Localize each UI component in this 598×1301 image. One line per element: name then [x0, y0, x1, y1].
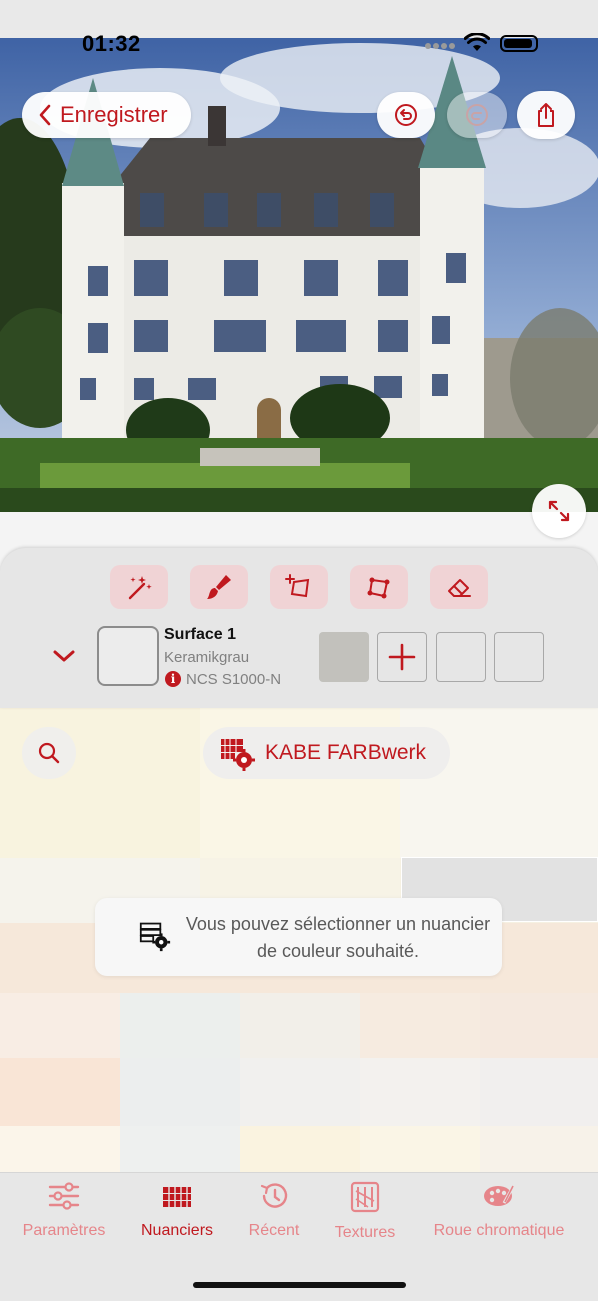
plus-icon	[388, 643, 416, 671]
palette-cell[interactable]	[0, 993, 120, 1058]
history-icon	[260, 1183, 288, 1208]
undo-button[interactable]	[377, 92, 435, 138]
polygon-edit-tool[interactable]	[350, 565, 408, 609]
palette-cell[interactable]	[0, 708, 200, 858]
polygon-edit-icon	[367, 577, 390, 599]
palette-cell[interactable]	[360, 1126, 480, 1173]
sliders-icon	[48, 1182, 80, 1210]
signal-icon	[425, 43, 455, 49]
share-icon	[538, 103, 554, 127]
eraser-tool[interactable]	[430, 565, 488, 609]
chevron-left-icon	[39, 104, 51, 126]
undo-icon	[395, 104, 417, 126]
back-label: Enregistrer	[60, 102, 168, 127]
palette-cell[interactable]	[120, 1126, 240, 1173]
color-fan-gear-icon	[139, 922, 171, 952]
polygon-add-tool[interactable]	[270, 565, 328, 609]
color-wheel-icon	[484, 1184, 516, 1206]
palette-cell[interactable]	[480, 1058, 598, 1126]
wifi-icon	[464, 33, 490, 51]
selected-color-swatch[interactable]	[319, 632, 369, 682]
search-button[interactable]	[22, 727, 76, 779]
redo-icon	[466, 104, 488, 126]
color-fan-gear-icon	[221, 739, 255, 771]
palette-cell[interactable]	[360, 993, 480, 1058]
status-time: 01:32	[82, 31, 141, 56]
tab-label: Récent	[248, 1222, 300, 1239]
search-icon	[38, 742, 60, 764]
tab-roue-chromatique[interactable]: Roue chromatique	[428, 1181, 570, 1240]
home-indicator	[193, 1282, 406, 1288]
tab-parametres[interactable]: Paramètres	[18, 1181, 110, 1240]
tab-label: Nuanciers	[140, 1222, 214, 1239]
empty-color-slot[interactable]	[436, 632, 486, 682]
palette-cell[interactable]	[360, 1058, 480, 1126]
chevron-down-icon[interactable]	[52, 648, 76, 664]
polygon-add-icon	[285, 574, 310, 598]
texture-icon	[350, 1181, 380, 1213]
color-fan-selector-button[interactable]: KABE FARBwerk	[203, 727, 450, 779]
save-back-button[interactable]: Enregistrer	[22, 92, 191, 138]
palette-cell[interactable]	[480, 993, 598, 1058]
tools-panel: Surface 1 Keramikgrau i NCS S1000-N	[0, 548, 598, 708]
surface-name: Surface 1	[164, 626, 237, 643]
palette-cell[interactable]	[0, 1126, 120, 1173]
share-button[interactable]	[517, 91, 575, 139]
expand-icon	[548, 500, 570, 522]
magic-wand-icon	[128, 576, 152, 600]
paint-brush-icon	[207, 575, 231, 599]
surface-color-code: NCS S1000-N	[186, 671, 282, 688]
palette-cell[interactable]	[240, 1126, 360, 1173]
empty-color-slot[interactable]	[494, 632, 544, 682]
surface-thumbnail[interactable]	[97, 626, 159, 686]
palette-cell[interactable]	[240, 993, 360, 1058]
palette-cell[interactable]	[120, 993, 240, 1058]
expand-button[interactable]	[532, 484, 586, 538]
hint-toast: Vous pouvez sélectionner un nuancier de …	[95, 898, 502, 976]
hint-message: Vous pouvez sélectionner un nuancier de …	[185, 914, 491, 961]
palette-cell[interactable]	[120, 1058, 240, 1126]
info-icon[interactable]: i	[165, 671, 181, 687]
color-fan-brand-label: KABE FARBwerk	[265, 741, 427, 764]
palette-cell[interactable]	[480, 1126, 598, 1173]
add-color-button[interactable]	[377, 632, 427, 682]
tab-textures[interactable]: Textures	[330, 1181, 400, 1242]
palette-cell[interactable]	[240, 1058, 360, 1126]
battery-icon	[500, 35, 538, 52]
eraser-icon	[448, 579, 471, 597]
tab-nuanciers[interactable]: Nuanciers	[136, 1181, 218, 1240]
surface-color-name: Keramikgrau	[164, 649, 250, 666]
tab-label: Roue chromatique	[433, 1222, 565, 1239]
tab-label: Paramètres	[22, 1222, 106, 1239]
palette-cell[interactable]	[0, 1058, 120, 1126]
tab-recent[interactable]: Récent	[244, 1181, 304, 1240]
tab-label: Textures	[334, 1224, 396, 1241]
redo-button[interactable]	[447, 92, 507, 138]
paint-brush-tool[interactable]	[190, 565, 248, 609]
status-bar: 01:32	[0, 0, 598, 56]
color-fan-icon	[163, 1187, 191, 1207]
magic-wand-tool[interactable]	[110, 565, 168, 609]
